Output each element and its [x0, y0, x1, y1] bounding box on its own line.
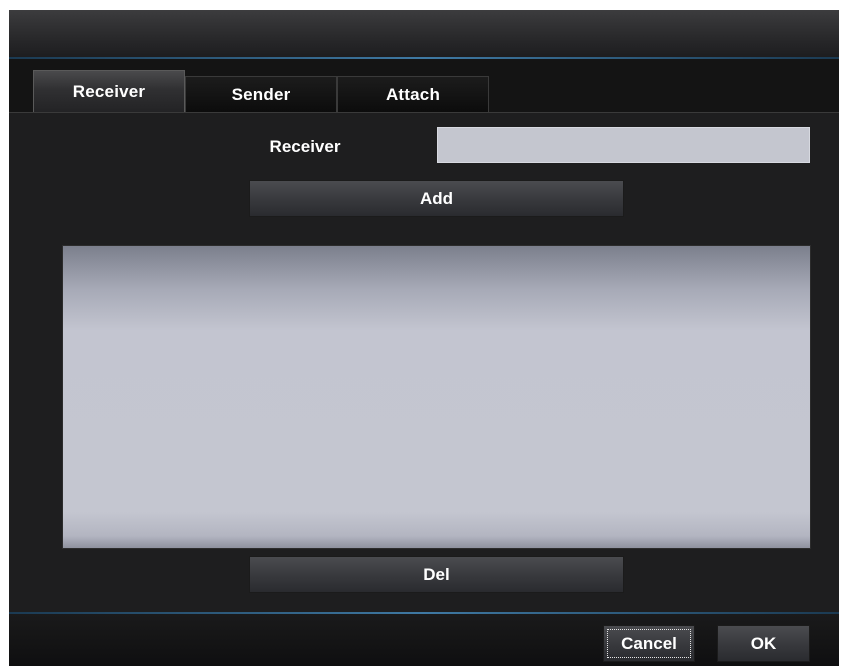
receiver-list[interactable]: [62, 245, 811, 549]
title-bar: [9, 10, 839, 57]
tab-attach[interactable]: Attach: [337, 76, 489, 112]
del-button[interactable]: Del: [249, 556, 624, 593]
cancel-button-label: Cancel: [621, 633, 677, 653]
receiver-label: Receiver: [269, 137, 341, 156]
cancel-button[interactable]: Cancel: [603, 625, 695, 662]
receiver-input[interactable]: [437, 127, 810, 163]
tab-sender[interactable]: Sender: [185, 76, 337, 112]
title-divider: [9, 57, 839, 59]
tab-receiver[interactable]: Receiver: [33, 70, 185, 112]
ok-button[interactable]: OK: [717, 625, 810, 662]
footer-bar: [9, 614, 839, 666]
add-button[interactable]: Add: [249, 180, 624, 217]
email-settings-dialog: Receiver Sender Attach Receiver Add Del …: [9, 10, 839, 666]
